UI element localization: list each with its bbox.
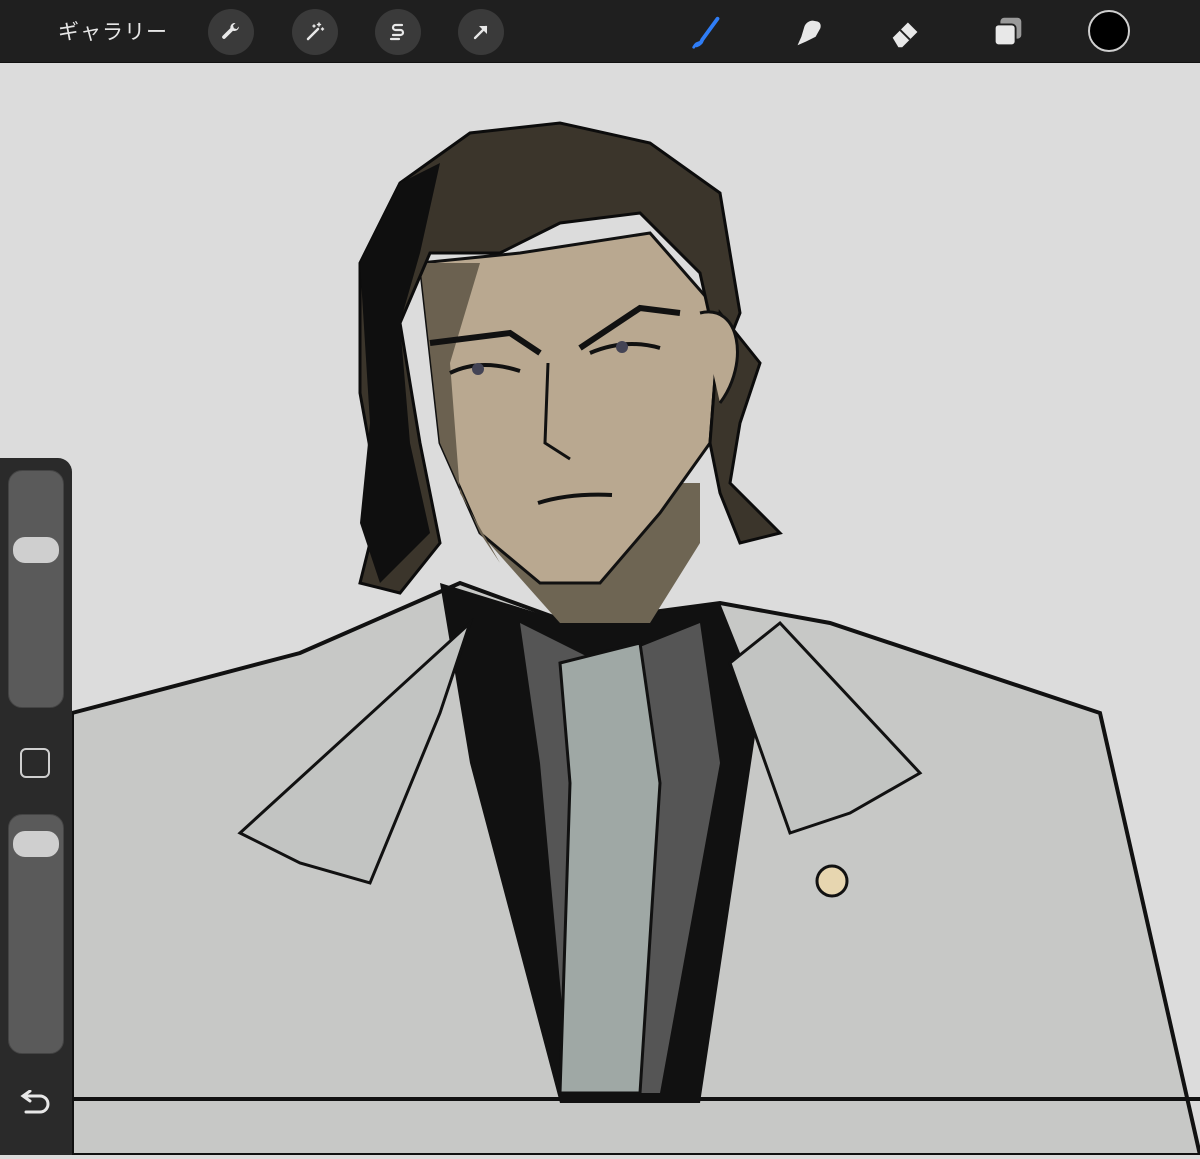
- actions-button[interactable]: [208, 9, 254, 55]
- eraser-tool[interactable]: [884, 10, 928, 54]
- square-modifier-icon[interactable]: [20, 748, 50, 778]
- transform-button[interactable]: [458, 9, 504, 55]
- opacity-thumb[interactable]: [13, 831, 59, 858]
- eraser-icon: [892, 22, 918, 48]
- brush-size-slider[interactable]: [8, 470, 64, 708]
- brush-icon: [692, 16, 720, 49]
- color-swatch-button[interactable]: [1088, 10, 1130, 52]
- layers-tool[interactable]: [986, 10, 1030, 54]
- left-sidebar: [0, 458, 72, 1155]
- layers-icon: [993, 17, 1022, 47]
- undo-button[interactable]: [18, 1089, 54, 1120]
- opacity-slider[interactable]: [8, 814, 64, 1054]
- gallery-button[interactable]: ギャラリー: [58, 16, 168, 46]
- magic-wand-icon: [306, 22, 325, 41]
- smudge-tool[interactable]: [786, 10, 830, 54]
- selection-s-icon: [389, 23, 405, 41]
- transform-arrow-icon: [473, 25, 488, 40]
- brush-size-thumb[interactable]: [13, 537, 59, 563]
- undo-icon: [20, 1089, 50, 1114]
- adjustments-button[interactable]: [292, 9, 338, 55]
- smudge-icon: [797, 20, 821, 46]
- brush-tool[interactable]: [686, 10, 730, 54]
- drawing-canvas[interactable]: [0, 63, 1200, 1157]
- artwork-illustration: [0, 63, 1200, 1157]
- wrench-icon: [222, 22, 239, 39]
- selection-button[interactable]: [375, 9, 421, 55]
- top-toolbar: ギャラリー: [0, 0, 1200, 63]
